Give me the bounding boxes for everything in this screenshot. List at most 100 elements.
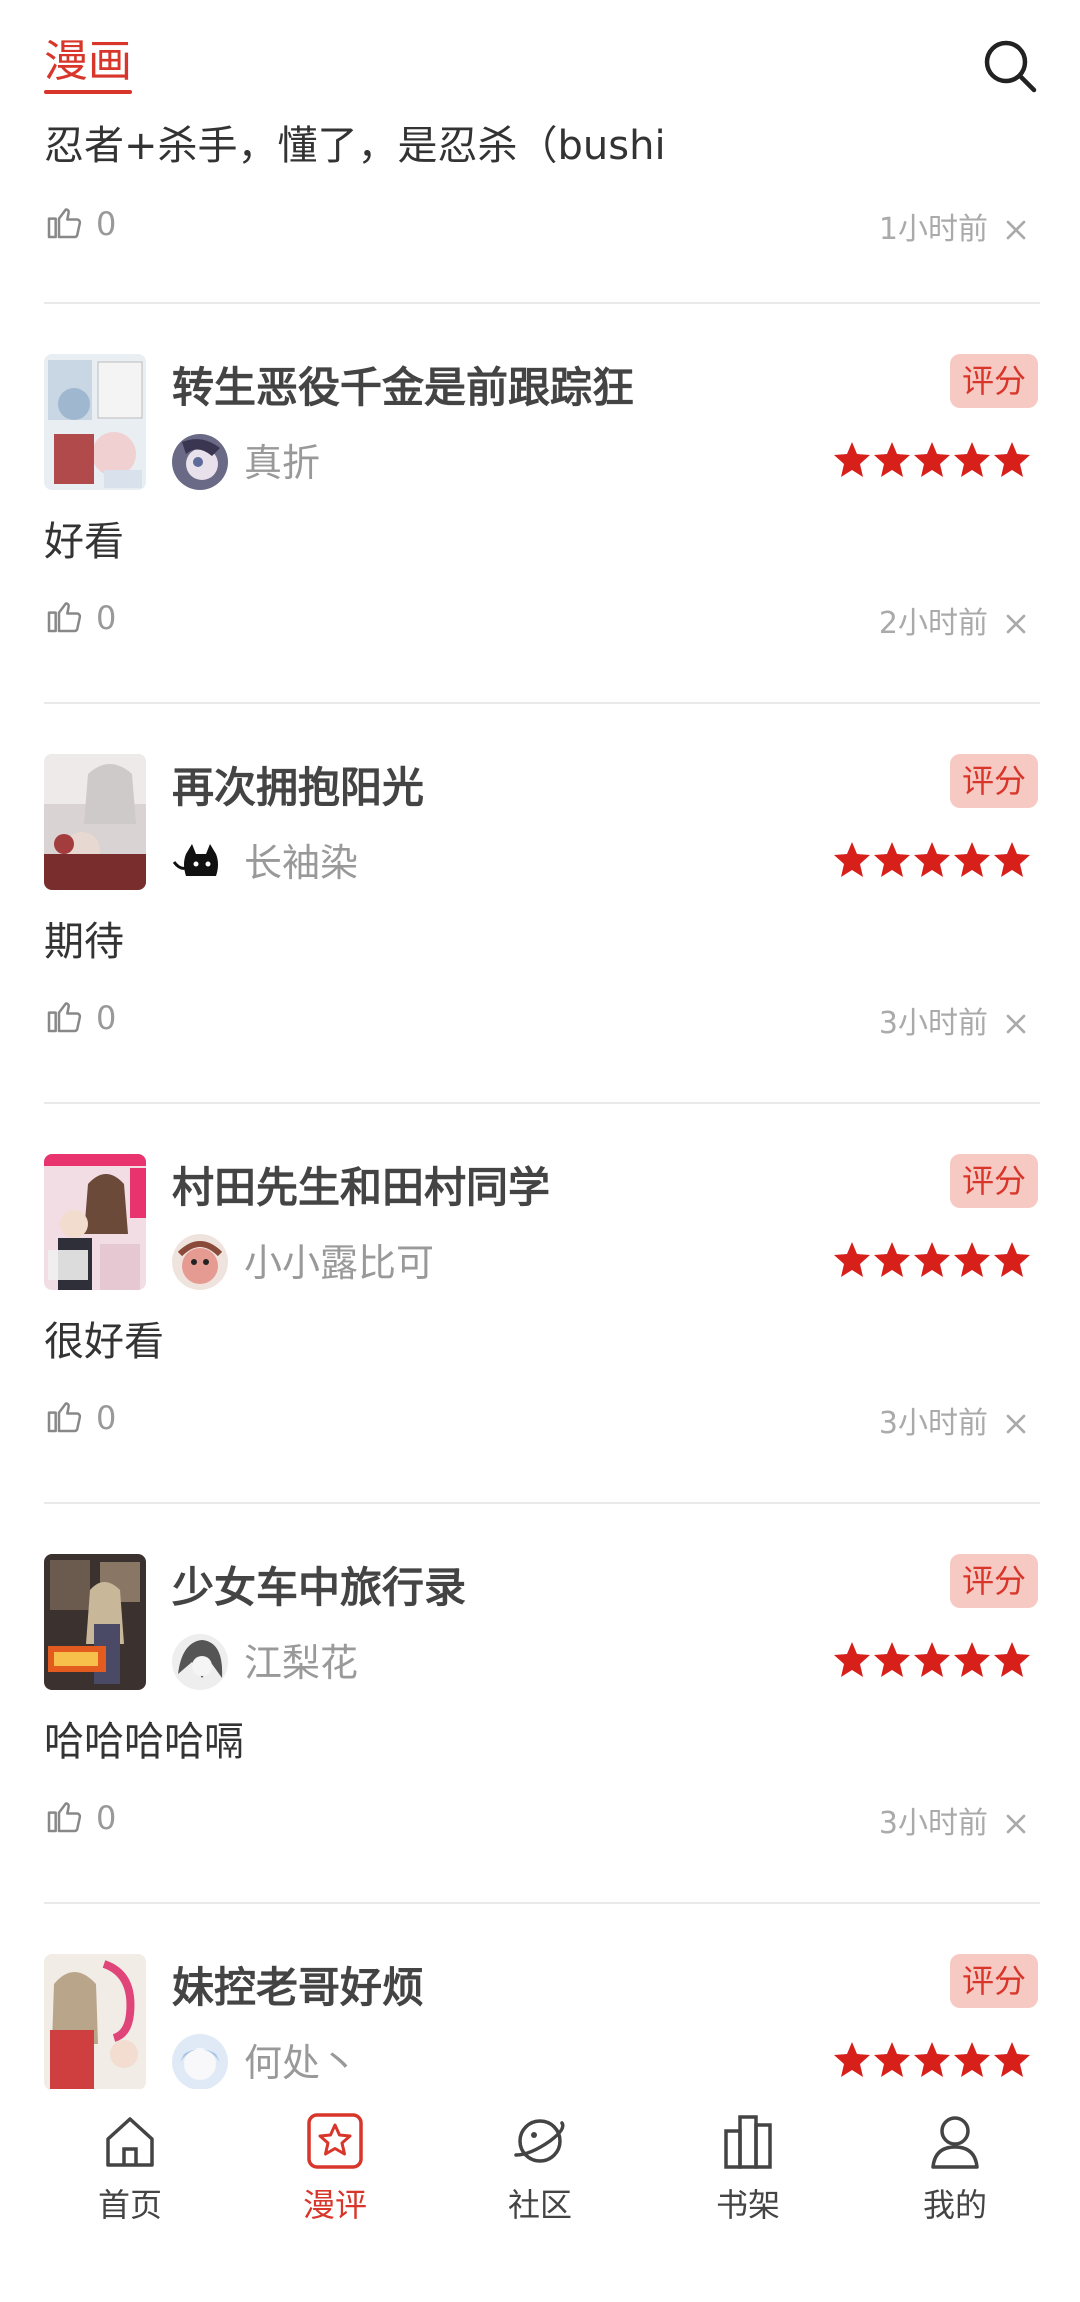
avatar[interactable]: [172, 434, 228, 490]
star-icon: [914, 442, 950, 477]
bookshelf-icon: [724, 2115, 772, 2169]
thumbs-up-icon: [47, 1802, 82, 1833]
manga-cover[interactable]: [44, 1154, 146, 1290]
review-comment: 很好看: [44, 1319, 164, 1365]
review-comment: 哈哈哈哈嗝: [44, 1719, 244, 1765]
star-icon: [954, 1642, 990, 1677]
manga-title[interactable]: 转生恶役千金是前跟踪狂: [172, 360, 634, 416]
star-icon: [914, 2042, 950, 2077]
top-bar: 漫画: [0, 0, 1080, 120]
nav-label: 漫评: [302, 2186, 367, 2224]
review-card[interactable]: 少女车中旅行录 江梨花 评分 哈哈哈哈嗝 0 3小时前: [0, 1502, 1080, 1902]
star-icon: [834, 1242, 870, 1277]
avatar[interactable]: [172, 2034, 228, 2090]
manga-title[interactable]: 妹控老哥好烦: [172, 1960, 424, 2016]
review-time: 3小时前: [878, 1806, 988, 1841]
avatar[interactable]: [172, 834, 228, 890]
bottom-nav: 首页 漫评 社区 书架 我的: [0, 2089, 1080, 2249]
rating-badge: 评分: [950, 354, 1038, 408]
like-count: 0: [96, 1799, 117, 1837]
star-icon: [874, 1242, 910, 1277]
close-icon[interactable]: [1000, 214, 1032, 246]
review-comment: 忍者+杀手，懂了，是忍杀（bushi: [44, 123, 666, 169]
star-icon: [994, 1642, 1030, 1677]
thumbs-up-icon: [47, 602, 82, 633]
rating-stars: [834, 1242, 1030, 1277]
manga-cover[interactable]: [44, 1954, 146, 2090]
review-time: 1小时前: [878, 212, 988, 247]
avatar[interactable]: [172, 1634, 228, 1690]
star-icon: [914, 1642, 950, 1677]
tab-indicator: [44, 90, 132, 94]
username[interactable]: 真折: [244, 438, 320, 488]
close-icon[interactable]: [1000, 1808, 1032, 1840]
review-card-partial[interactable]: 忍者+杀手，懂了，是忍杀（bushi 0 1小时前: [0, 110, 1080, 302]
close-icon[interactable]: [1000, 608, 1032, 640]
like-count: 0: [96, 1399, 117, 1437]
star-icon: [834, 1642, 870, 1677]
review-time: 3小时前: [878, 1406, 988, 1441]
manga-title[interactable]: 再次拥抱阳光: [172, 760, 424, 816]
nav-item-profile[interactable]: 我的: [885, 2089, 1025, 2249]
rating-badge: 评分: [950, 1554, 1038, 1608]
nav-label: 社区: [507, 2186, 572, 2224]
username[interactable]: 何处丶: [244, 2038, 358, 2088]
review-comment: 期待: [44, 919, 124, 965]
star-icon: [994, 1242, 1030, 1277]
like-button[interactable]: 0: [44, 594, 164, 642]
review-card[interactable]: 转生恶役千金是前跟踪狂 真折 评分 好看 0 2小时前: [0, 302, 1080, 702]
close-icon[interactable]: [1000, 1408, 1032, 1440]
thumbs-up-icon: [47, 208, 82, 239]
review-time: 2小时前: [878, 606, 988, 641]
rating-stars: [834, 842, 1030, 877]
close-icon[interactable]: [1000, 1008, 1032, 1040]
star-icon: [834, 2042, 870, 2077]
search-icon[interactable]: [980, 36, 1040, 96]
nav-item-bookshelf[interactable]: 书架: [678, 2089, 818, 2249]
planet-icon: [514, 2119, 565, 2163]
star-icon: [954, 842, 990, 877]
review-card[interactable]: 再次拥抱阳光 长袖染 评分 期待 0 3小时前: [0, 702, 1080, 1102]
star-icon: [874, 1642, 910, 1677]
manga-cover[interactable]: [44, 754, 146, 890]
star-icon: [874, 2042, 910, 2077]
like-button[interactable]: 0: [44, 1394, 164, 1442]
manga-cover[interactable]: [44, 354, 146, 490]
review-card[interactable]: 村田先生和田村同学 小小露比可 评分 很好看 0 3小时前: [0, 1102, 1080, 1502]
star-icon: [954, 1242, 990, 1277]
nav-item-review[interactable]: 漫评: [265, 2089, 405, 2249]
manga-cover[interactable]: [44, 1554, 146, 1690]
avatar[interactable]: [172, 1234, 228, 1290]
like-button[interactable]: 0: [44, 200, 164, 248]
nav-item-home[interactable]: 首页: [60, 2089, 200, 2249]
star-icon: [834, 442, 870, 477]
review-comment: 好看: [44, 519, 124, 565]
rating-badge: 评分: [950, 754, 1038, 808]
like-button[interactable]: 0: [44, 1794, 164, 1842]
star-icon: [874, 842, 910, 877]
manga-title[interactable]: 村田先生和田村同学: [172, 1160, 550, 1216]
star-icon: [954, 2042, 990, 2077]
star-icon: [954, 442, 990, 477]
rating-stars: [834, 1642, 1030, 1677]
star-review-icon: [307, 2113, 363, 2169]
nav-label: 我的: [922, 2186, 987, 2224]
like-button[interactable]: 0: [44, 994, 164, 1042]
rating-stars: [834, 2042, 1030, 2077]
tab-manga[interactable]: 漫画: [44, 32, 132, 92]
star-icon: [834, 842, 870, 877]
user-icon: [931, 2116, 979, 2169]
star-icon: [994, 2042, 1030, 2077]
rating-badge: 评分: [950, 1154, 1038, 1208]
thumbs-up-icon: [47, 1402, 82, 1433]
username[interactable]: 小小露比可: [244, 1238, 434, 1288]
manga-title[interactable]: 少女车中旅行录: [172, 1560, 466, 1616]
nav-label: 书架: [715, 2186, 780, 2224]
nav-item-community[interactable]: 社区: [470, 2089, 610, 2249]
username[interactable]: 江梨花: [244, 1638, 358, 1688]
star-icon: [874, 442, 910, 477]
like-count: 0: [96, 999, 117, 1037]
star-icon: [914, 1242, 950, 1277]
star-icon: [994, 442, 1030, 477]
username[interactable]: 长袖染: [244, 838, 358, 888]
